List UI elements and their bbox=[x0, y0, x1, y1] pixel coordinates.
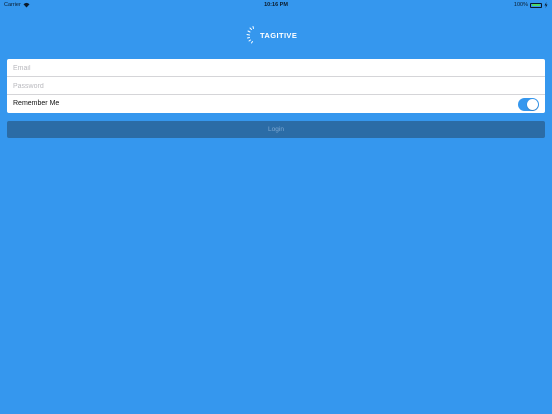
password-field[interactable] bbox=[13, 77, 533, 95]
email-row bbox=[7, 59, 545, 77]
login-button[interactable]: Login bbox=[7, 121, 545, 138]
toggle-knob bbox=[527, 98, 539, 110]
remember-me-toggle[interactable] bbox=[518, 98, 539, 111]
app-logo: TAGITIVE bbox=[246, 25, 297, 45]
remember-me-label: Remember Me bbox=[13, 100, 60, 107]
email-field[interactable] bbox=[13, 59, 533, 77]
remember-row: Remember Me bbox=[7, 95, 545, 113]
logo-text: TAGITIVE bbox=[260, 30, 298, 40]
status-bar-right: 100% bbox=[514, 0, 548, 10]
login-form: Remember Me bbox=[7, 59, 545, 113]
password-row bbox=[7, 77, 545, 95]
battery-percent: 100% bbox=[513, 2, 528, 8]
status-bar: Carrier 10:16 PM 100% bbox=[0, 0, 552, 10]
charge-icon bbox=[544, 2, 548, 8]
battery-fill bbox=[531, 4, 541, 6]
tagitive-logo-icon bbox=[246, 26, 254, 44]
battery-icon bbox=[530, 2, 542, 8]
status-time: 10:16 PM bbox=[264, 2, 288, 8]
